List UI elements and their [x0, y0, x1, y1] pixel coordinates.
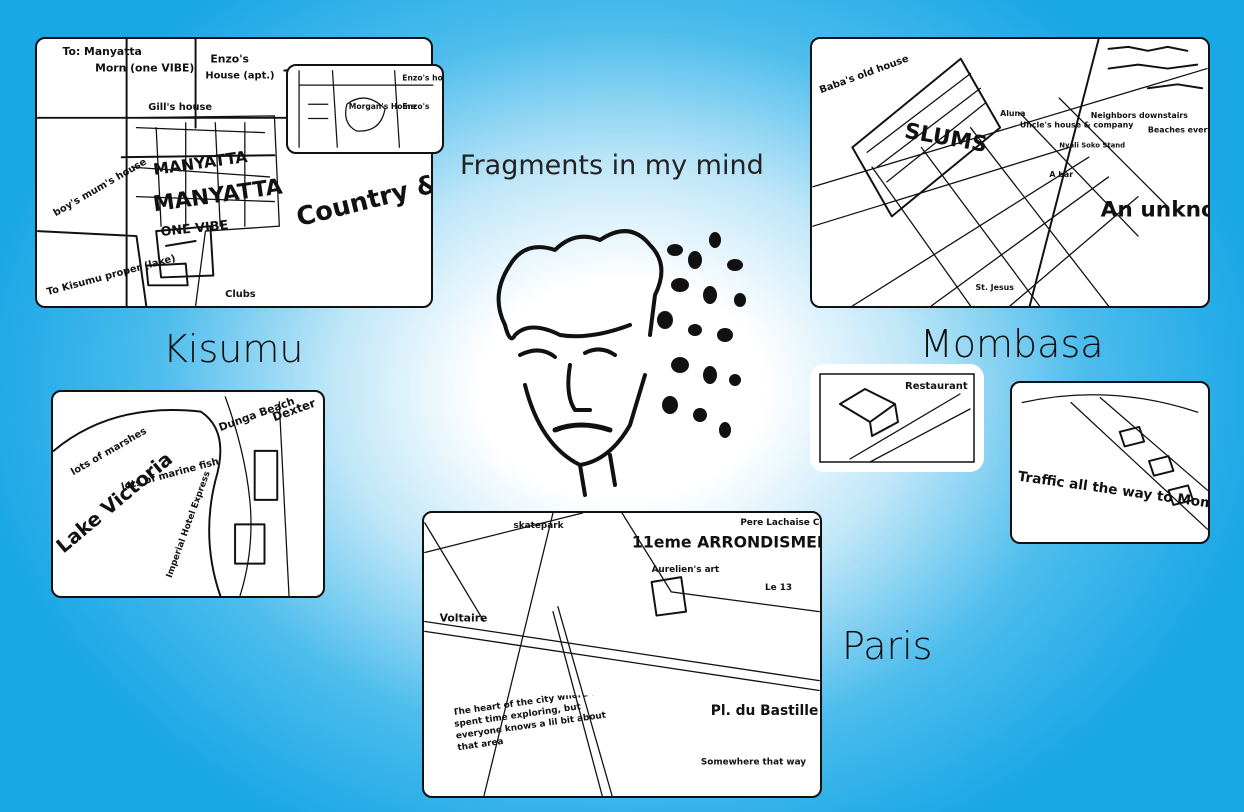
paris-note-8: Somewhere that way	[701, 757, 806, 767]
face-sketch	[496, 229, 746, 497]
mombasa-note-0: Baba's old house	[818, 53, 910, 96]
kisumu-note-2: Enzo's	[210, 53, 249, 66]
mombasa-note-6: Nyali Soko Stand	[1059, 141, 1125, 149]
paris-map-card: skatepark Pere Lachaise Cemetery 11eme A…	[422, 511, 822, 798]
paris-map-sketch: skatepark Pere Lachaise Cemetery 11eme A…	[424, 513, 820, 796]
kisumu-note-7: ONE VIBE	[160, 218, 229, 240]
mombasa-note-5: Beaches everywhere, white sand	[1148, 126, 1208, 135]
kisumu-note-0: To: Manyatta	[63, 45, 142, 58]
mombasa-note-8: An unknown Part of Town	[1101, 197, 1208, 222]
lake-victoria-card: lots of marshes lots of marine fish Lake…	[51, 390, 325, 598]
lake-note-2: Lake Victoria	[53, 447, 177, 557]
kisumu-inset-card: Morgan's Home Enzo's house Enzo's	[286, 64, 444, 154]
kisumu-note-8: boy's mum's house	[52, 156, 149, 219]
mombasa-note-4: Neighbors downstairs	[1091, 111, 1189, 120]
paris-note-5: Voltaire	[440, 611, 488, 624]
lake-note-5: Imperial Hotel Express	[165, 470, 213, 579]
paris-note-0: skatepark	[514, 521, 565, 531]
mombasa-note-9: St. Jesus	[976, 283, 1015, 292]
mombasa-restaurant-card: Restaurant	[810, 364, 984, 472]
mombasa-restaurant-sketch: Restaurant	[819, 373, 975, 463]
paris-label: Paris	[842, 624, 933, 668]
paris-note-1: Pere Lachaise Cemetery	[740, 518, 820, 528]
page-title: Fragments in my mind	[460, 150, 764, 181]
mombasa-note-1: SLUMS	[903, 119, 989, 158]
traffic-note-0: Traffic all the way to Mombasa	[1017, 469, 1208, 517]
mombasa-note-2: Aluna	[1000, 109, 1025, 118]
kisumu-note-10: Country & farms	[293, 146, 431, 233]
paris-note-2: 11eme ARRONDISMENT	[632, 533, 820, 552]
kisumu-note-4: Gill's house	[148, 102, 212, 113]
mombasa-traffic-card: Traffic all the way to Mombasa	[1010, 381, 1210, 544]
mombasa-note-7: A bar	[1049, 170, 1073, 179]
restaurant-note-0: Restaurant	[905, 381, 968, 392]
paris-note-6: The heart of the city where I spent time…	[454, 695, 607, 754]
kisumu-note-1: Morn (one VIBE)	[95, 62, 194, 75]
kisumu-note-11: Clubs	[225, 289, 256, 300]
lake-victoria-sketch: lots of marshes lots of marine fish Lake…	[53, 395, 318, 596]
mombasa-note-3: Uncle's house & company	[1020, 121, 1134, 130]
mombasa-traffic-sketch: Traffic all the way to Mombasa	[1017, 394, 1208, 530]
kisumu-note-9: To Kisumu proper (lake)	[46, 253, 177, 298]
paris-note-3: Aurelien's art	[652, 565, 720, 575]
mombasa-map-sketch: Baba's old house SLUMS Aluna Uncle's hou…	[812, 39, 1208, 306]
kisumu-inset-sketch: Morgan's Home Enzo's house Enzo's	[298, 70, 442, 148]
mombasa-label: Mombasa	[920, 322, 1104, 366]
kisumu-inset-note-1: Enzo's house	[402, 73, 442, 82]
mombasa-map-card: Baba's old house SLUMS Aluna Uncle's hou…	[810, 37, 1210, 308]
kisumu-note-3: House (apt.)	[205, 70, 274, 81]
paris-note-4: Le 13	[765, 583, 792, 593]
paris-note-7: Pl. du Bastille	[711, 703, 819, 719]
kisumu-label: Kisumu	[163, 327, 304, 371]
kisumu-inset-note-2: Enzo's	[402, 102, 430, 111]
